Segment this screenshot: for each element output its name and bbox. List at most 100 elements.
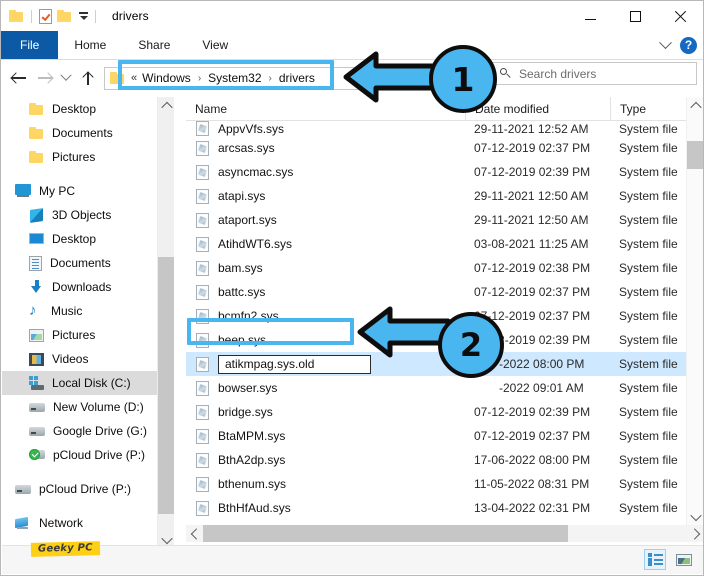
rename-input[interactable]: atikmpag.sys.old [218,354,371,374]
table-row[interactable]: BtaMPM.sys 07-12-2019 02:37 PM System file [186,424,703,448]
sidebar-item-local-disk-c[interactable]: Local Disk (C:) [2,371,157,395]
sidebar-item-music[interactable]: ♪ Music [2,299,157,323]
pane-splitter[interactable] [174,97,186,548]
scroll-up-button[interactable] [158,97,175,114]
file-name-label: BtaMPM.sys [218,429,286,443]
folder-icon[interactable] [9,9,24,23]
sidebar-item-documents[interactable]: Documents [2,251,157,275]
scrollbar-thumb[interactable] [203,525,568,542]
ribbon-tab-bar: File Home Share View ? [1,31,703,60]
properties-icon[interactable] [39,8,52,24]
sidebar-item-pictures[interactable]: Pictures [2,323,157,347]
sidebar-item-documents[interactable]: Documents [2,121,157,145]
system-file-icon [196,121,209,136]
sidebar-item-my-pc[interactable]: My PC [2,179,157,203]
table-row[interactable]: bthenum.sys 11-05-2022 08:31 PM System fil… [186,472,703,496]
file-name-cell[interactable]: ataport.sys [186,212,465,228]
sidebar-item-desktop[interactable]: Desktop [2,227,157,251]
sidebar-item-label: Google Drive (G:) [53,424,148,438]
forward-button[interactable] [32,60,57,96]
back-button[interactable] [7,60,32,96]
system-file-icon [196,284,209,300]
scrollbar-thumb[interactable] [687,141,703,169]
file-name-cell[interactable]: atikmpag.sys.old [186,354,465,374]
tab-home[interactable]: Home [58,31,122,59]
file-name-cell[interactable]: bowser.sys [186,380,465,396]
sidebar-item-network[interactable]: Network [2,511,157,535]
sidebar-item-label: Documents [52,126,113,140]
sidebar-item-desktop[interactable]: Desktop [2,97,157,121]
expand-ribbon-icon[interactable] [659,35,672,49]
sidebar-item-pcloud-drive-p[interactable]: pCloud Drive (P:) [2,477,157,501]
scroll-down-button[interactable] [687,508,703,525]
table-row[interactable]: atapi.sys 29-11-2021 12:50 AM System file [186,184,703,208]
table-row[interactable]: AtihdWT6.sys 03-08-2021 11:25 AM System fi… [186,232,703,256]
file-list-scrollbar[interactable] [686,97,703,525]
table-row[interactable]: ataport.sys 29-11-2021 12:50 AM System fil… [186,208,703,232]
sidebar-item-label: Videos [52,352,89,366]
table-row[interactable]: AppvVfs.sys 29-11-2021 12:52 AM System fil… [186,121,703,136]
file-name-cell[interactable]: bthenum.sys [186,476,465,492]
search-input[interactable]: Search drivers [490,62,697,85]
details-view-button[interactable] [644,549,666,570]
scroll-left-button[interactable] [186,525,203,542]
help-icon[interactable]: ? [680,36,697,54]
large-icons-view-button[interactable] [673,549,695,570]
file-name-cell[interactable]: arcsas.sys [186,140,465,156]
date-modified-cell: 03-08-2021 11:25 AM [474,237,589,251]
chevron-down-icon[interactable] [79,15,88,20]
file-name-cell[interactable]: asyncmac.sys [186,164,465,180]
table-row[interactable]: battc.sys 07-12-2019 02:37 PM System file [186,280,703,304]
file-name-cell[interactable]: atapi.sys [186,188,465,204]
file-name-cell[interactable]: battc.sys [186,284,465,300]
system-file-icon [196,164,209,180]
table-row[interactable]: asyncmac.sys 07-12-2019 02:39 PM System fi… [186,160,703,184]
table-row[interactable]: bowser.sys -2022 09:01 AM System file [186,376,703,400]
file-name-cell[interactable]: BthA2dp.sys [186,452,465,468]
date-modified-cell: 29-11-2021 12:50 AM [474,213,589,227]
tab-file[interactable]: File [1,31,59,59]
file-name-cell[interactable]: AtihdWT6.sys [186,236,465,252]
minimize-button[interactable] [568,1,613,31]
scroll-right-button[interactable] [687,525,703,542]
sidebar-item-videos[interactable]: Videos [2,347,157,371]
table-row[interactable]: BthHfAud.sys 13-04-2022 02:31 PM System fi… [186,496,703,520]
folder-icon [29,150,44,164]
file-name-cell[interactable]: bridge.sys [186,404,465,420]
tab-view[interactable]: View [186,31,244,59]
file-name-cell[interactable]: BthHfAud.sys [186,500,465,516]
table-row[interactable]: BthA2dp.sys 17-06-2022 08:00 PM System fil… [186,448,703,472]
close-button[interactable] [658,1,703,31]
sidebar-item-downloads[interactable]: Downloads [2,275,157,299]
maximize-button[interactable] [613,1,658,31]
sidebar-item-google-drive-g[interactable]: Google Drive (G:) [2,419,157,443]
drive-icon [29,426,45,437]
sidebar-item-label: pCloud Drive (P:) [53,448,146,462]
system-file-icon [196,212,209,228]
table-row[interactable]: bam.sys 07-12-2019 02:38 PM System file [186,256,703,280]
navigation-pane-scrollbar[interactable] [157,97,175,548]
sidebar-item-label: Pictures [52,150,96,164]
tab-share[interactable]: Share [122,31,186,59]
file-list-horizontal-scrollbar[interactable] [186,525,703,542]
up-button[interactable] [75,60,100,96]
sidebar-item-new-volume-d[interactable]: New Volume (D:) [2,395,157,419]
network-icon [15,516,31,530]
file-name-label: bridge.sys [218,405,273,419]
file-name-cell[interactable]: AppvVfs.sys [186,121,465,136]
table-row[interactable]: arcsas.sys 07-12-2019 02:37 PM System file [186,136,703,160]
table-row[interactable]: bridge.sys 07-12-2019 02:39 PM System file [186,400,703,424]
file-name-label: battc.sys [218,285,266,299]
scrollbar-thumb[interactable] [158,257,175,514]
sidebar-item-3d-objects[interactable]: 3D Objects [2,203,157,227]
column-header-name[interactable]: Name [186,97,465,120]
sidebar-item-pictures[interactable]: Pictures [2,145,157,169]
file-name-cell[interactable]: bam.sys [186,260,465,276]
file-name-cell[interactable]: BtaMPM.sys [186,428,465,444]
sidebar-item-pcloud-drive-p[interactable]: pCloud Drive (P:) [2,443,157,467]
new-folder-icon[interactable] [57,9,72,23]
recent-locations-button[interactable] [57,60,75,96]
scroll-up-button[interactable] [687,97,703,114]
documents-icon [29,255,42,271]
